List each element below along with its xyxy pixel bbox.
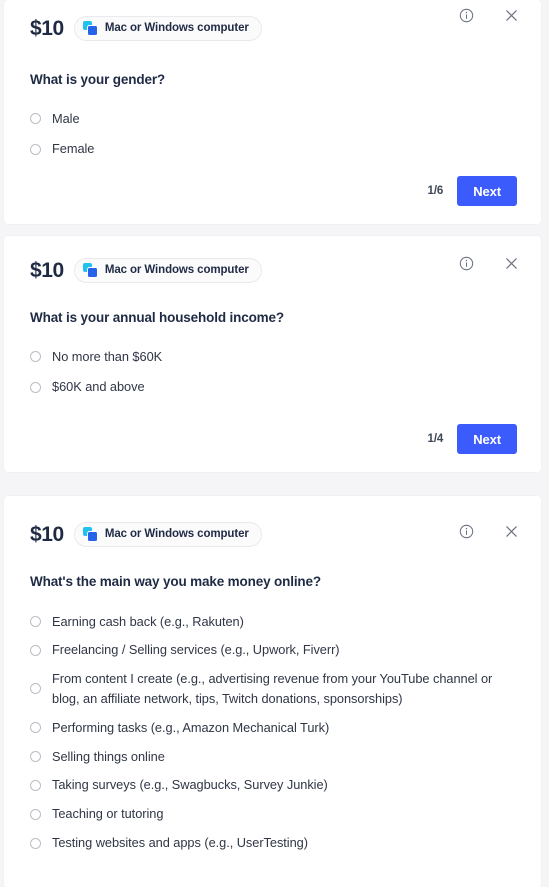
- option-label: No more than $60K: [52, 348, 163, 364]
- question-title: What's the main way you make money onlin…: [30, 574, 321, 589]
- options-list: Male Female: [30, 103, 517, 165]
- option-row[interactable]: Male: [30, 103, 517, 134]
- reward-price: $10: [30, 258, 64, 282]
- option-label: Freelancing / Selling services (e.g., Up…: [52, 642, 340, 658]
- radio-icon[interactable]: [30, 381, 41, 393]
- card-footer: 1/4 Next: [428, 424, 517, 454]
- device-requirement-label: Mac or Windows computer: [104, 528, 249, 540]
- card-header: $10 Mac or Windows computer: [30, 236, 517, 283]
- card-header: $10 Mac or Windows computer: [30, 496, 517, 547]
- radio-icon[interactable]: [30, 644, 41, 656]
- question-counter: 1/4: [427, 433, 444, 445]
- options-list: Earning cash back (e.g., Rakuten) Freela…: [30, 607, 517, 857]
- screener-card: $10 Mac or Windows computer What is your…: [4, 236, 541, 472]
- devices-icon: [82, 262, 98, 278]
- option-label: Selling things online: [52, 748, 165, 764]
- info-circle-icon[interactable]: [455, 520, 478, 543]
- radio-icon[interactable]: [30, 837, 41, 849]
- option-row[interactable]: From content I create (e.g., advertising…: [30, 665, 517, 714]
- card-actions: [455, 520, 523, 543]
- option-label: Teaching or tutoring: [52, 806, 164, 822]
- card-footer: 1/6 Next: [428, 176, 517, 206]
- radio-icon[interactable]: [30, 779, 41, 791]
- options-list: No more than $60K $60K and above: [30, 341, 517, 403]
- option-row[interactable]: Taking surveys (e.g., Swagbucks, Survey …: [30, 771, 517, 800]
- option-row[interactable]: No more than $60K: [30, 341, 517, 372]
- close-icon[interactable]: [500, 252, 523, 275]
- screener-card: $10 Mac or Windows computer What's the m…: [4, 496, 541, 887]
- device-requirement-label: Mac or Windows computer: [104, 22, 249, 34]
- option-row[interactable]: Testing websites and apps (e.g., UserTes…: [30, 829, 517, 858]
- card-header: $10 Mac or Windows computer: [30, 0, 517, 46]
- option-label: Taking surveys (e.g., Swagbucks, Survey …: [52, 777, 328, 793]
- option-label: Earning cash back (e.g., Rakuten): [52, 613, 244, 629]
- card-actions: [455, 4, 523, 27]
- question-title: What is your gender?: [30, 72, 166, 87]
- card-actions: [455, 252, 523, 275]
- reward-price: $10: [30, 522, 64, 546]
- screener-list: $10 Mac or Windows computer What is your…: [0, 0, 549, 887]
- option-label: Performing tasks (e.g., Amazon Mechanica…: [52, 719, 330, 735]
- device-requirement-label: Mac or Windows computer: [104, 264, 249, 276]
- option-row[interactable]: Selling things online: [30, 742, 517, 771]
- radio-icon[interactable]: [30, 143, 41, 155]
- option-label: Female: [52, 141, 95, 157]
- device-requirement-badge: Mac or Windows computer: [73, 15, 262, 41]
- radio-icon[interactable]: [30, 808, 41, 820]
- option-row[interactable]: $60K and above: [30, 372, 517, 403]
- option-row[interactable]: Teaching or tutoring: [30, 800, 517, 829]
- devices-icon: [82, 20, 98, 36]
- radio-icon[interactable]: [30, 722, 41, 734]
- radio-icon[interactable]: [30, 350, 41, 362]
- device-requirement-badge: Mac or Windows computer: [73, 257, 262, 283]
- info-circle-icon[interactable]: [455, 4, 478, 27]
- info-circle-icon[interactable]: [455, 252, 478, 275]
- question-counter: 1/6: [427, 185, 444, 197]
- option-label: $60K and above: [52, 379, 145, 395]
- option-label: Male: [52, 110, 80, 126]
- option-row[interactable]: Freelancing / Selling services (e.g., Up…: [30, 636, 517, 665]
- device-requirement-badge: Mac or Windows computer: [73, 521, 262, 547]
- option-label: From content I create (e.g., advertising…: [52, 671, 493, 706]
- close-icon[interactable]: [500, 4, 523, 27]
- radio-icon[interactable]: [30, 751, 41, 763]
- option-label: Testing websites and apps (e.g., UserTes…: [52, 835, 308, 851]
- option-row[interactable]: Performing tasks (e.g., Amazon Mechanica…: [30, 713, 517, 742]
- radio-icon[interactable]: [30, 683, 41, 695]
- next-button[interactable]: Next: [457, 424, 517, 454]
- reward-price: $10: [30, 16, 64, 40]
- screener-card: $10 Mac or Windows computer What is your…: [4, 0, 541, 224]
- option-row[interactable]: Female: [30, 134, 517, 165]
- question-title: What is your annual household income?: [30, 310, 284, 325]
- option-row[interactable]: Earning cash back (e.g., Rakuten): [30, 607, 517, 636]
- radio-icon[interactable]: [30, 112, 41, 124]
- close-icon[interactable]: [500, 520, 523, 543]
- radio-icon[interactable]: [30, 615, 41, 627]
- next-button[interactable]: Next: [457, 176, 517, 206]
- devices-icon: [82, 526, 98, 542]
